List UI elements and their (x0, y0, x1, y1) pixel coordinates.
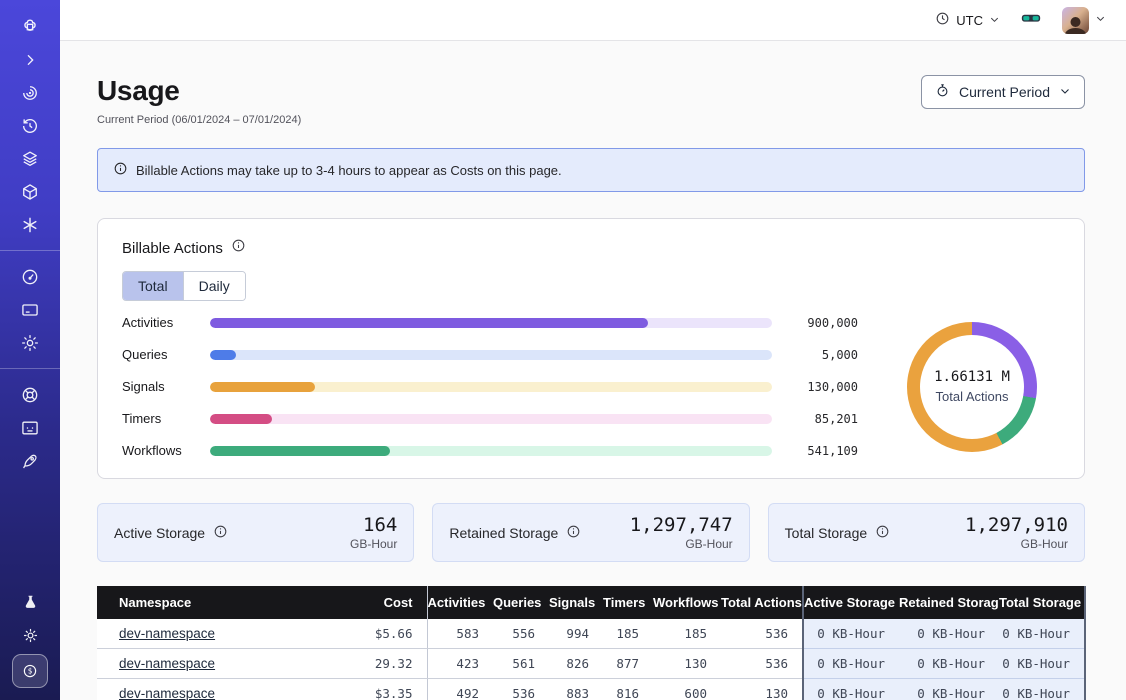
schedules-icon[interactable] (13, 109, 47, 142)
avatar (1062, 7, 1089, 34)
total-storage-value: 1,297,910 (965, 514, 1068, 536)
info-icon[interactable] (231, 238, 246, 258)
content: Usage Current Period (06/01/2024 – 07/01… (60, 75, 1126, 700)
period-selector-button[interactable]: Current Period (921, 75, 1085, 109)
total-storage-card: Total Storage 1,297,910 GB-Hour (768, 503, 1085, 562)
settings-icon[interactable] (13, 326, 47, 359)
sidebar-divider (0, 368, 60, 369)
table-row: dev-namespace 29.32 423 561 826 877 130 … (97, 649, 1085, 679)
page-title: Usage (97, 75, 301, 107)
docs-terminal-icon[interactable] (13, 411, 47, 444)
bar-track (210, 414, 772, 424)
namespace-link[interactable]: dev-namespace (119, 656, 215, 671)
namespace-link[interactable]: dev-namespace (119, 626, 215, 641)
table-row: dev-namespace $3.35 492 536 883 816 600 … (97, 679, 1085, 700)
total-daily-tabs: Total Daily (122, 271, 246, 301)
costs-dollar-icon[interactable]: $ (12, 654, 48, 688)
info-icon[interactable] (213, 524, 228, 542)
bar-fill (210, 350, 236, 360)
total-actions-donut: 1.66131 M Total Actions (907, 322, 1037, 452)
info-icon[interactable] (566, 524, 581, 542)
billable-actions-card: Billable Actions Total Daily Activities … (97, 218, 1085, 479)
topbar: UTC (60, 0, 1126, 41)
main-area: UTC (60, 0, 1126, 700)
sidebar-divider (0, 250, 60, 251)
bar-track (210, 350, 772, 360)
total-actions-caption: Total Actions (936, 389, 1009, 404)
timezone-label: UTC (956, 13, 983, 28)
deployments-icon[interactable] (13, 175, 47, 208)
tab-total[interactable]: Total (123, 272, 183, 300)
svg-text:$: $ (28, 667, 33, 676)
table-row: dev-namespace $5.66 583 556 994 185 185 … (97, 619, 1085, 649)
sidebar: $ (0, 0, 60, 700)
getting-started-rocket-icon[interactable] (13, 444, 47, 477)
temporal-logo-icon[interactable] (13, 10, 47, 43)
clock-icon (935, 11, 950, 29)
bar-row-signals: Signals 130,000 (122, 379, 858, 394)
namespace-usage-table: Namespace Cost Activities Queries Signal… (97, 586, 1086, 700)
user-menu[interactable] (1062, 7, 1106, 34)
billable-actions-bar-chart: Activities 900,000 Queries 5,000 Signals… (122, 315, 858, 458)
bar-fill (210, 446, 390, 456)
theme-sun-icon[interactable] (13, 619, 47, 652)
chevron-down-icon (989, 13, 1000, 28)
namespaces-icon[interactable] (13, 142, 47, 175)
timezone-selector[interactable]: UTC (935, 11, 1000, 29)
info-icon (113, 161, 128, 179)
nexus-icon[interactable] (13, 208, 47, 241)
usage-icon[interactable] (13, 260, 47, 293)
bar-fill (210, 414, 272, 424)
support-icon[interactable] (13, 378, 47, 411)
bar-track (210, 382, 772, 392)
bar-row-queries: Queries 5,000 (122, 347, 858, 362)
bar-row-timers: Timers 85,201 (122, 411, 858, 426)
retained-storage-value: 1,297,747 (630, 514, 733, 536)
bar-fill (210, 382, 315, 392)
stopwatch-icon (935, 83, 950, 101)
table-header-row: Namespace Cost Activities Queries Signal… (97, 586, 1085, 619)
page-subtitle: Current Period (06/01/2024 – 07/01/2024) (97, 114, 301, 126)
active-storage-value: 164 (350, 514, 397, 536)
active-storage-card: Active Storage 164 GB-Hour (97, 503, 414, 562)
namespace-link[interactable]: dev-namespace (119, 686, 215, 700)
card-title: Billable Actions (122, 240, 223, 257)
bar-track (210, 446, 772, 456)
labs-flask-icon[interactable] (13, 586, 47, 619)
bar-fill (210, 318, 648, 328)
collapse-sidebar-icon[interactable] (13, 43, 47, 76)
info-banner: Billable Actions may take up to 3-4 hour… (97, 148, 1085, 192)
billing-icon[interactable] (13, 293, 47, 326)
tab-daily[interactable]: Daily (183, 272, 245, 300)
bar-row-activities: Activities 900,000 (122, 315, 858, 330)
bar-track (210, 318, 772, 328)
bar-row-workflows: Workflows 541,109 (122, 443, 858, 458)
storage-summary-row: Active Storage 164 GB-Hour Retained Stor… (97, 503, 1085, 562)
workflows-icon[interactable] (13, 76, 47, 109)
retained-storage-card: Retained Storage 1,297,747 GB-Hour (432, 503, 749, 562)
banner-text: Billable Actions may take up to 3-4 hour… (136, 163, 562, 178)
info-icon[interactable] (875, 524, 890, 542)
total-actions-value: 1.66131 M (934, 369, 1010, 385)
chevron-down-icon (1059, 84, 1071, 100)
chevron-down-icon (1095, 11, 1106, 29)
goggles-icon[interactable] (1020, 7, 1042, 34)
